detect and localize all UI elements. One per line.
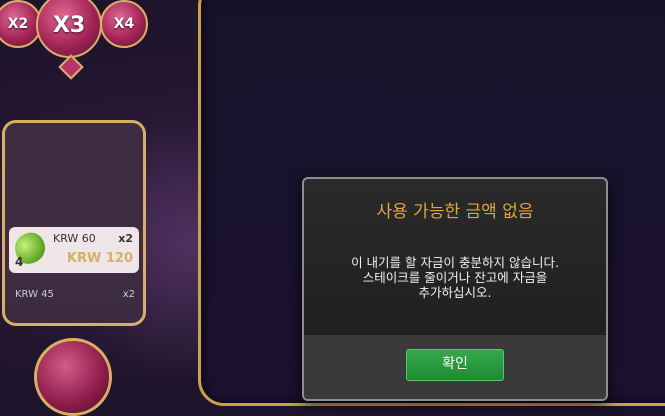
multiplier-left-label: X2: [7, 16, 29, 32]
multiplier-orb-active: X3: [36, 0, 102, 58]
win-multiplier: x2: [118, 232, 133, 245]
dialog-message-line-1: 이 내기를 할 자금이 충분하지 않습니다.: [351, 255, 559, 270]
multiplier-orb-right: X4: [100, 0, 148, 48]
win-symbol-value: KRW 45: [15, 289, 54, 300]
win-history-item-partial: KRW 45 x2: [15, 289, 135, 300]
gem-ornament-icon: [58, 54, 84, 80]
win-amount: KRW 120: [66, 251, 133, 266]
win-history-item: 4 KRW 60 x2 KRW 120: [9, 227, 139, 273]
dialog-message-line-3: 추가하십시오.: [418, 285, 492, 300]
win-history-panel: 4 KRW 60 x2 KRW 120 KRW 45 x2: [2, 120, 146, 326]
dialog-title: 사용 가능한 금액 없음: [376, 202, 534, 222]
insufficient-funds-dialog: 사용 가능한 금액 없음 이 내기를 할 자금이 충분하지 않습니다. 스테이크…: [302, 177, 608, 401]
win-history-empty-area: [5, 123, 143, 229]
dialog-footer: 확인: [304, 335, 606, 399]
win-multiplier: x2: [122, 289, 135, 300]
win-symbol-value: KRW 60: [53, 232, 96, 245]
win-symbol-count: 4: [15, 255, 24, 269]
dialog-message: 이 내기를 할 자금이 충분하지 않습니다. 스테이크를 줄이거나 잔고에 자금…: [324, 255, 586, 300]
bottom-orb-ornament: [34, 338, 112, 416]
dialog-message-line-2: 스테이크를 줄이거나 잔고에 자금을: [362, 270, 548, 285]
multiplier-right-label: X4: [113, 16, 135, 32]
multiplier-active-label: X3: [52, 12, 86, 38]
ok-button[interactable]: 확인: [406, 349, 504, 381]
